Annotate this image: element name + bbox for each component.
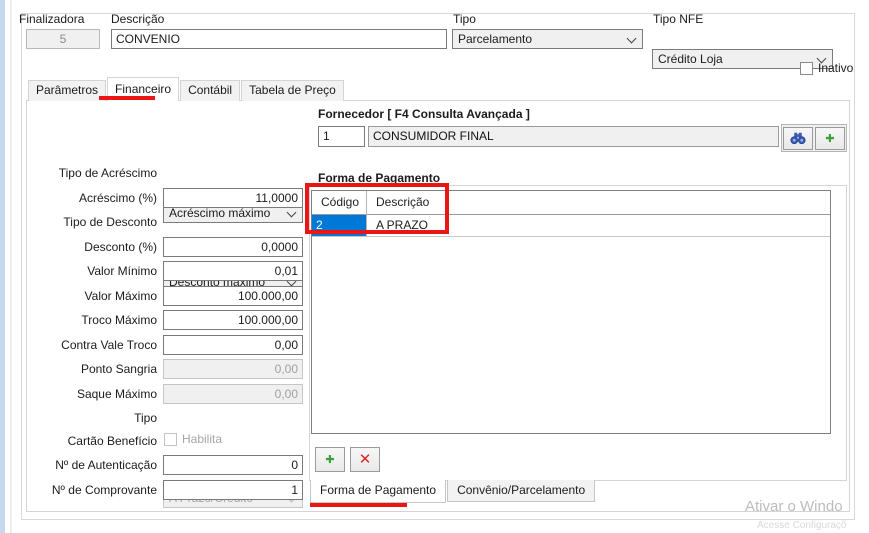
tipo-field-label: Tipo [30, 411, 157, 425]
tipo-acrescimo-value: Acréscimo máximo [169, 206, 270, 220]
ponto-sangria-label: Ponto Sangria [30, 362, 157, 376]
chevron-down-icon [287, 208, 297, 218]
tipo-label: Tipo [453, 12, 476, 26]
window-left-strip [0, 0, 5, 533]
num-comprovante-label: Nº de Comprovante [30, 483, 157, 497]
fornecedor-search-button[interactable] [783, 127, 813, 150]
fornecedor-buttons-panel: ✚ [781, 124, 847, 152]
habilita-checkbox-group: Habilita [164, 432, 222, 446]
desconto-field[interactable]: 0,0000 [163, 237, 303, 257]
troco-maximo-field[interactable]: 100.000,00 [163, 310, 303, 330]
inativo-checkbox[interactable] [800, 62, 813, 75]
tipo-select-value: Parcelamento [458, 32, 532, 46]
plus-icon: ✚ [325, 453, 334, 466]
valor-minimo-field[interactable]: 0,01 [163, 261, 303, 281]
cell-descricao[interactable]: A PRAZO [367, 215, 667, 236]
table-header-row: Código Descrição [312, 191, 830, 215]
column-header-descricao[interactable]: Descrição [367, 191, 567, 214]
delete-row-button[interactable]: ✕ [350, 447, 380, 472]
table-row[interactable]: 2 A PRAZO [312, 215, 830, 237]
inativo-label: Inativo [818, 61, 853, 75]
valor-maximo-field[interactable]: 100.000,00 [163, 286, 303, 306]
saque-maximo-label: Saque Máximo [30, 387, 157, 401]
ponto-sangria-field: 0,00 [163, 359, 303, 379]
descricao-field[interactable]: CONVENIO [111, 29, 447, 49]
acrescimo-label: Acréscimo (%) [30, 191, 157, 205]
cartao-beneficio-label: Cartão Benefício [30, 434, 157, 448]
fornecedor-name-field: CONSUMIDOR FINAL [368, 126, 779, 147]
desconto-label: Desconto (%) [30, 240, 157, 254]
forma-pagamento-table[interactable]: Código Descrição 2 A PRAZO [311, 190, 831, 434]
num-autenticacao-label: Nº de Autenticação [30, 458, 157, 472]
column-header-codigo[interactable]: Código [312, 191, 366, 214]
finalizadora-label: Finalizadora [19, 12, 84, 26]
tipo-acrescimo-label: Tipo de Acréscimo [30, 166, 157, 180]
binoculars-icon [789, 132, 807, 144]
window-left-divider [10, 0, 12, 533]
tab-strip: Parâmetros Financeiro Contábil Tabela de… [28, 77, 345, 101]
tab-tabela-de-preco[interactable]: Tabela de Preço [241, 80, 344, 101]
bottom-tab-forma-pagamento[interactable]: Forma de Pagamento [310, 480, 446, 503]
cell-codigo-selected[interactable]: 2 [312, 215, 366, 236]
habilita-label: Habilita [182, 432, 222, 446]
x-icon: ✕ [359, 452, 372, 467]
windows-activation-watermark: Ativar o Windo [745, 498, 843, 515]
windows-activation-watermark-sub: Acesse Configuraçõ [757, 520, 847, 531]
plus-icon: ✚ [825, 132, 834, 145]
fornecedor-title: Fornecedor [ F4 Consulta Avançada ] [318, 107, 530, 121]
tipo-select[interactable]: Parcelamento [452, 29, 643, 49]
num-comprovante-field[interactable]: 1 [163, 480, 303, 500]
contra-vale-troco-label: Contra Vale Troco [30, 338, 157, 352]
finalizadora-field: 5 [26, 29, 100, 49]
bottom-tab-strip: Forma de Pagamento Convênio/Parcelamento [310, 480, 596, 503]
troco-maximo-label: Troco Máximo [30, 313, 157, 327]
descricao-label: Descrição [111, 12, 164, 26]
saque-maximo-field: 0,00 [163, 384, 303, 404]
valor-maximo-label: Valor Máximo [30, 289, 157, 303]
tipo-desconto-label: Tipo de Desconto [30, 215, 157, 229]
add-row-button[interactable]: ✚ [315, 447, 345, 472]
tipo-nfe-label: Tipo NFE [653, 12, 703, 26]
tab-financeiro[interactable]: Financeiro [107, 77, 179, 101]
habilita-checkbox [164, 433, 177, 446]
tab-parametros[interactable]: Parâmetros [28, 80, 106, 101]
contra-vale-troco-field[interactable]: 0,00 [163, 335, 303, 355]
forma-pagamento-title: Forma de Pagamento [318, 171, 440, 185]
fornecedor-add-button[interactable]: ✚ [815, 127, 845, 150]
tipo-nfe-select-value: Crédito Loja [658, 52, 723, 66]
bottom-tab-convenio-parcelamento[interactable]: Convênio/Parcelamento [447, 480, 595, 502]
num-autenticacao-field[interactable]: 0 [163, 455, 303, 475]
column-divider [366, 191, 367, 237]
inativo-checkbox-group[interactable]: Inativo [800, 61, 853, 75]
acrescimo-field[interactable]: 11,0000 [163, 188, 303, 208]
chevron-down-icon [627, 34, 637, 44]
valor-minimo-label: Valor Mínimo [30, 264, 157, 278]
fornecedor-code-field[interactable]: 1 [318, 126, 365, 147]
tab-contabil[interactable]: Contábil [180, 80, 240, 101]
